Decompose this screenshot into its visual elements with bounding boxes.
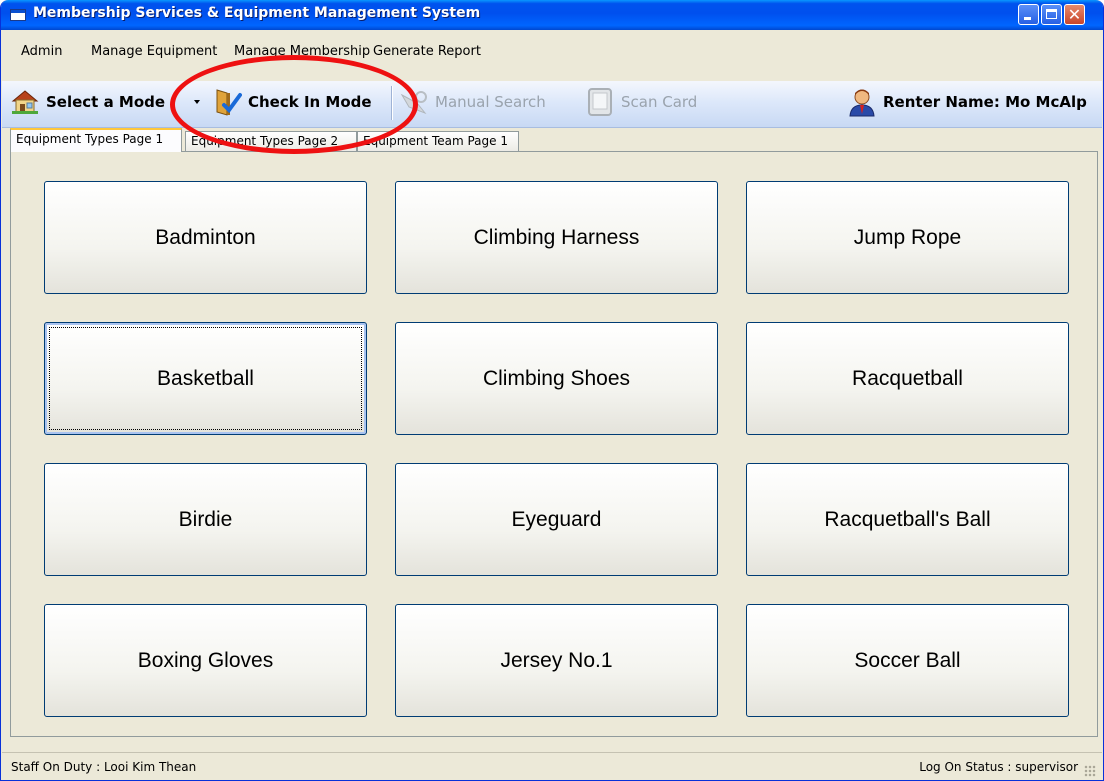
equipment-button[interactable]: Racquetball <box>746 322 1069 435</box>
equipment-button[interactable]: Racquetball's Ball <box>746 463 1069 576</box>
tab-equipment-types-page-2[interactable]: Equipment Types Page 2 <box>185 131 357 151</box>
resize-grip-icon[interactable] <box>1084 765 1096 777</box>
equipment-button[interactable]: Climbing Harness <box>395 181 718 294</box>
equipment-button[interactable]: Jump Rope <box>746 181 1069 294</box>
scan-card-button[interactable]: Scan Card <box>585 86 697 118</box>
tab-equipment-team-page-1[interactable]: Equipment Team Page 1 <box>357 131 519 151</box>
equipment-panel: Badminton Climbing Harness Jump Rope Bas… <box>10 151 1098 737</box>
equipment-button[interactable]: Birdie <box>44 463 367 576</box>
search-icon <box>399 87 429 117</box>
app-icon <box>10 9 26 21</box>
menu-bar: Admin Manage Equipment Manage Membership… <box>1 30 1103 68</box>
log-on-status: Log On Status : supervisor <box>919 760 1078 774</box>
menu-manage-equipment[interactable]: Manage Equipment <box>91 44 217 59</box>
app-window: Membership Services & Equipment Manageme… <box>0 0 1104 781</box>
window-title: Membership Services & Equipment Manageme… <box>33 5 481 21</box>
menu-manage-membership[interactable]: Manage Membership <box>234 44 370 59</box>
equipment-button[interactable]: Climbing Shoes <box>395 322 718 435</box>
user-icon <box>847 87 877 117</box>
staff-on-duty: Staff On Duty : Looi Kim Thean <box>11 760 197 774</box>
maximize-icon <box>1046 9 1057 19</box>
toolbar: Select a Mode Check In Mode Manual Searc… <box>2 81 1102 128</box>
status-bar: Staff On Duty : Looi Kim Thean Log On St… <box>2 752 1102 780</box>
equipment-button[interactable]: Boxing Gloves <box>44 604 367 717</box>
menu-admin[interactable]: Admin <box>21 44 62 59</box>
toolbar-separator <box>391 86 392 120</box>
renter-info: Renter Name: Mo McAlp <box>847 86 1087 118</box>
equipment-button[interactable]: Jersey No.1 <box>395 604 718 717</box>
check-in-mode-label: Check In Mode <box>248 93 372 111</box>
select-mode-label: Select a Mode <box>46 93 166 111</box>
manual-search-label: Manual Search <box>435 93 546 111</box>
manual-search-button[interactable]: Manual Search <box>399 86 546 118</box>
equipment-button[interactable]: Basketball <box>44 322 367 435</box>
maximize-button[interactable] <box>1041 4 1062 25</box>
menu-generate-report[interactable]: Generate Report <box>373 44 481 59</box>
equipment-button[interactable]: Soccer Ball <box>746 604 1069 717</box>
select-mode-button[interactable]: Select a Mode <box>10 86 165 118</box>
check-in-mode-button[interactable]: Check In Mode <box>212 86 372 118</box>
tab-equipment-types-page-1[interactable]: Equipment Types Page 1 <box>10 128 182 152</box>
renter-name: Renter Name: Mo McAlp <box>883 93 1087 111</box>
minimize-button[interactable] <box>1018 4 1039 25</box>
equipment-button[interactable]: Badminton <box>44 181 367 294</box>
scan-card-label: Scan Card <box>621 93 698 111</box>
equipment-button[interactable]: Eyeguard <box>395 463 718 576</box>
minimize-icon <box>1024 17 1031 20</box>
chevron-down-icon <box>194 100 200 104</box>
home-icon <box>10 87 40 117</box>
door-check-icon <box>212 87 242 117</box>
card-scanner-icon <box>585 87 615 117</box>
mode-dropdown-arrow[interactable] <box>192 86 202 118</box>
close-icon: ✕ <box>1067 5 1082 24</box>
close-button[interactable]: ✕ <box>1064 4 1085 25</box>
title-bar[interactable]: Membership Services & Equipment Manageme… <box>1 0 1103 30</box>
